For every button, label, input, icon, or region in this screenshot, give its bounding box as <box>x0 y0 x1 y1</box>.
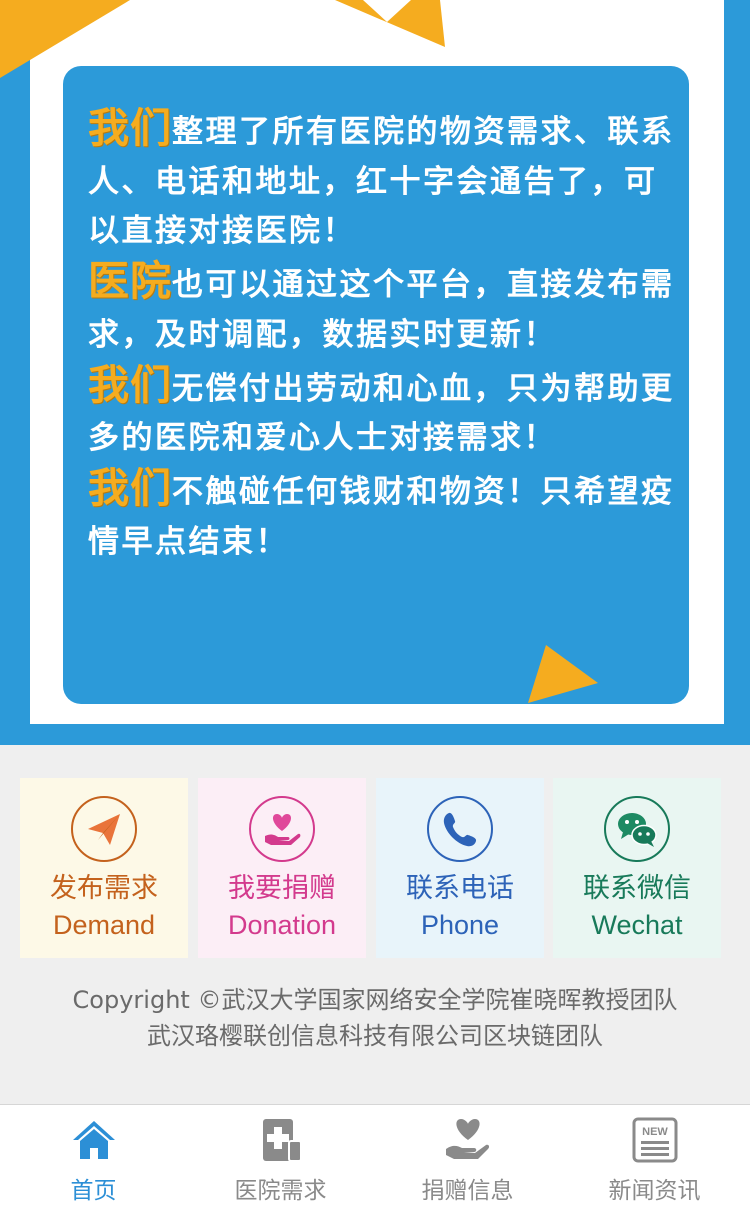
nav-item-hospital[interactable]: 医院需求 <box>187 1105 374 1207</box>
home-icon <box>72 1121 115 1159</box>
nav-item-home[interactable]: 首页 <box>0 1105 187 1207</box>
hospital-icon <box>262 1119 302 1162</box>
hero-banner: 我们整理了所有医院的物资需求、联系人、电话和地址，红十字会通告了，可以直接对接医… <box>0 0 750 745</box>
nav-label-hospital: 医院需求 <box>234 1178 327 1204</box>
intro-body: 整理了所有医院的物资需求、联系人、电话和地址，红十字会通告了，可以直接对接医院！ <box>88 114 675 250</box>
intro-highlight: 医院 <box>88 257 172 306</box>
intro-body: 无偿付出劳动和心血，只为帮助更多的医院和爱心人士对接需求！ <box>88 370 675 457</box>
phone-button[interactable]: 联系电话 Phone <box>376 778 544 958</box>
intro-paragraph: 我们无偿付出劳动和心血，只为帮助更多的医院和爱心人士对接需求！ <box>88 361 688 464</box>
action-tiles: 发布需求 Demand 我要捐赠 Donation 联系电话 Phone 联系微… <box>20 778 730 958</box>
copyright-line-2: 武汉珞樱联创信息科技有限公司区块链团队 <box>147 1022 603 1050</box>
orange-triangle-card <box>528 645 598 703</box>
nav-label-news: 新闻资讯 <box>608 1178 701 1204</box>
demand-label-cn: 发布需求 <box>50 873 158 904</box>
donation-button[interactable]: 我要捐赠 Donation <box>198 778 366 958</box>
demand-button[interactable]: 发布需求 Demand <box>20 778 188 958</box>
heart-hand-icon <box>249 796 315 862</box>
nav-label-donation: 捐赠信息 <box>421 1178 514 1204</box>
wechat-button[interactable]: 联系微信 Wechat <box>553 778 721 958</box>
copyright: Copyright ©武汉大学国家网络安全学院崔晓晖教授团队 武汉珞樱联创信息科… <box>0 982 750 1054</box>
paper-plane-icon <box>71 796 137 862</box>
nav-item-donation[interactable]: 捐赠信息 <box>374 1105 561 1207</box>
phone-label-en: Phone <box>420 910 500 940</box>
demand-label-en: Demand <box>52 910 156 940</box>
phone-label-cn: 联系电话 <box>406 873 514 904</box>
copyright-line-1: Copyright ©武汉大学国家网络安全学院崔晓晖教授团队 <box>72 986 678 1014</box>
wechat-icon <box>604 796 670 862</box>
intro-highlight: 我们 <box>88 463 172 512</box>
intro-highlight: 我们 <box>88 360 172 409</box>
wechat-label-en: Wechat <box>591 910 683 940</box>
bottom-nav: 首页 医院需求 捐赠信息 NEW 新闻资讯 <box>0 1104 750 1207</box>
intro-paragraph: 我们不触碰任何钱财和物资！只希望疫情早点结束！ <box>88 464 688 567</box>
intro-paragraph: 医院也可以通过这个平台，直接发布需求，及时调配，数据实时更新！ <box>88 257 688 360</box>
donation-label-en: Donation <box>227 910 337 940</box>
donation-label-cn: 我要捐赠 <box>228 873 336 904</box>
intro-highlight: 我们 <box>88 104 172 152</box>
news-badge-text: NEW <box>642 1126 668 1138</box>
intro-text: 我们整理了所有医院的物资需求、联系人、电话和地址，红十字会通告了，可以直接对接医… <box>88 104 688 567</box>
wechat-label-cn: 联系微信 <box>583 873 691 904</box>
donation-icon <box>445 1119 489 1159</box>
orange-triangle-top <box>335 0 445 47</box>
nav-label-home: 首页 <box>70 1178 117 1204</box>
nav-item-news[interactable]: NEW 新闻资讯 <box>561 1105 748 1207</box>
news-icon: NEW <box>632 1117 677 1163</box>
intro-body: 不触碰任何钱财和物资！只希望疫情早点结束！ <box>88 473 675 560</box>
phone-icon <box>427 796 493 862</box>
intro-body: 也可以通过这个平台，直接发布需求，及时调配，数据实时更新！ <box>88 267 675 353</box>
intro-paragraph: 我们整理了所有医院的物资需求、联系人、电话和地址，红十字会通告了，可以直接对接医… <box>88 104 688 257</box>
